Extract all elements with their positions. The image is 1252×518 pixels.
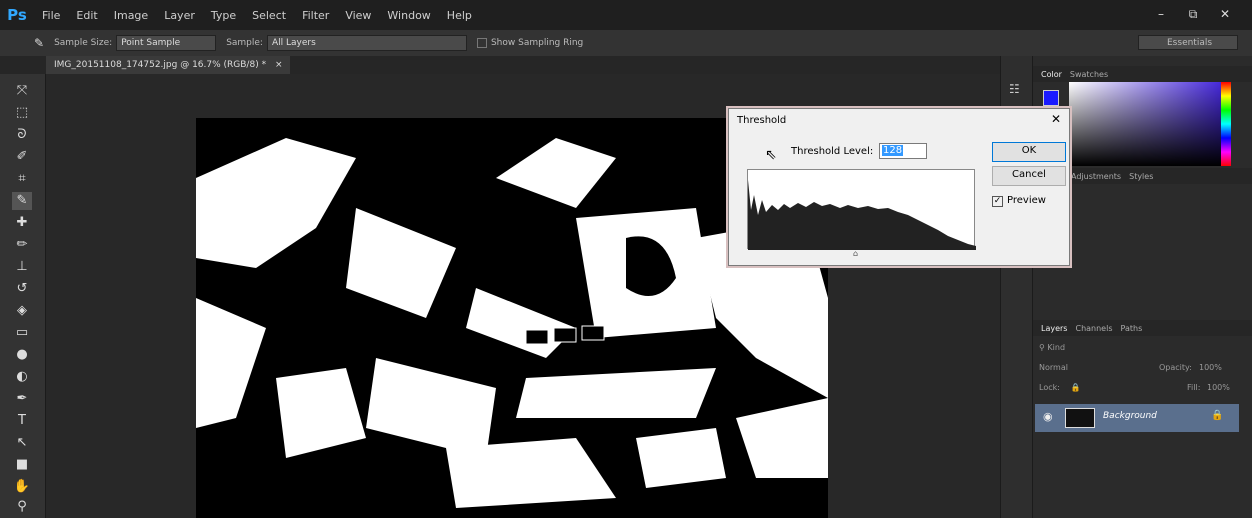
layer-kind-select[interactable]: Kind	[1047, 343, 1065, 352]
history-panel-icon[interactable]: ☷	[1009, 82, 1020, 96]
lock-label: Lock:	[1039, 383, 1060, 392]
tab-adjustments[interactable]: Adjustments	[1071, 172, 1121, 181]
menu-window[interactable]: Window	[379, 9, 438, 22]
dialog-title: Threshold	[737, 115, 787, 126]
layer-name: Background	[1103, 411, 1157, 421]
layer-lock-icon: 🔒	[1211, 410, 1224, 421]
gradient-tool-icon[interactable]: ▭	[12, 324, 32, 342]
histogram[interactable]	[747, 169, 976, 250]
tab-paths[interactable]: Paths	[1121, 324, 1143, 333]
restore-button[interactable]: ⧉	[1180, 5, 1206, 23]
sample-size-label: Sample Size:	[54, 38, 113, 48]
sample-select[interactable]: All Layers	[266, 35, 467, 51]
threshold-level-label: Threshold Level:	[791, 146, 874, 157]
menu-layer[interactable]: Layer	[156, 9, 203, 22]
opacity-input[interactable]: 100%	[1199, 360, 1222, 375]
type-tool-icon[interactable]: T	[12, 412, 32, 430]
brush-tool-icon[interactable]: ✏	[12, 236, 32, 254]
layer-filter-row: ⚲ Kind	[1039, 340, 1243, 355]
healing-brush-tool-icon[interactable]: ✚	[12, 214, 32, 232]
opacity-label: Opacity:	[1159, 363, 1192, 372]
hue-slider[interactable]	[1221, 82, 1231, 166]
cancel-button[interactable]: Cancel	[992, 166, 1066, 186]
photoshop-logo: Ps	[7, 6, 27, 24]
menu-help[interactable]: Help	[439, 9, 480, 22]
sample-label: Sample:	[226, 38, 263, 48]
window-controls: – ⧉ ✕	[1148, 5, 1238, 23]
zoom-tool-icon[interactable]: ⚲	[12, 498, 32, 516]
lasso-tool-icon[interactable]: ᘐ	[12, 126, 32, 144]
sample-size-select[interactable]: Point Sample	[116, 35, 217, 51]
blur-tool-icon[interactable]: ●	[12, 346, 32, 364]
menu-type[interactable]: Type	[203, 9, 244, 22]
preview-label: Preview	[1007, 195, 1046, 206]
close-tab-icon[interactable]: ×	[275, 60, 283, 70]
menu-file[interactable]: File	[34, 9, 68, 22]
preview-checkbox[interactable]: ✓	[992, 196, 1003, 207]
search-icon: ⚲	[1039, 343, 1045, 352]
threshold-dialog: Threshold ✕ ⇖ Threshold Level: 128 ⌂ OK …	[728, 108, 1070, 266]
move-tool-icon[interactable]: ⤧	[12, 82, 32, 100]
color-picker-field[interactable]	[1069, 82, 1231, 166]
menu-filter[interactable]: Filter	[294, 9, 337, 22]
color-panel-tabs: Color Swatches	[1033, 66, 1252, 82]
blend-mode-select[interactable]: Normal	[1039, 363, 1068, 372]
mouse-cursor-icon: ⇖	[765, 147, 777, 163]
hand-tool-icon[interactable]: ✋	[12, 478, 32, 496]
options-bar: ✎ Sample Size: Point Sample Sample: All …	[0, 30, 1252, 56]
tab-color[interactable]: Color	[1041, 70, 1062, 79]
menu-edit[interactable]: Edit	[68, 9, 105, 22]
document-tab-title: IMG_20151108_174752.jpg @ 16.7% (RGB/8) …	[54, 60, 267, 70]
minimize-button[interactable]: –	[1148, 5, 1174, 23]
preview-option[interactable]: ✓ Preview	[992, 195, 1046, 207]
layer-background[interactable]: ◉ Background 🔒	[1035, 404, 1239, 432]
crop-tool-icon[interactable]: ⌗	[12, 170, 32, 188]
histogram-graph	[748, 180, 976, 250]
fill-input[interactable]: 100%	[1207, 380, 1230, 395]
tab-channels[interactable]: Channels	[1075, 324, 1112, 333]
tab-swatches[interactable]: Swatches	[1070, 70, 1108, 79]
tab-layers[interactable]: Layers	[1041, 324, 1067, 333]
eyedropper-tool-icon[interactable]: ✎	[12, 192, 32, 210]
blend-row: Normal Opacity: 100%	[1039, 360, 1243, 375]
eyedropper-icon[interactable]: ✎	[34, 36, 44, 50]
lock-icon[interactable]: 🔒	[1070, 383, 1080, 392]
quick-select-tool-icon[interactable]: ✐	[12, 148, 32, 166]
foreground-color-swatch[interactable]	[1043, 90, 1059, 106]
show-ring-label: Show Sampling Ring	[490, 38, 584, 48]
layer-thumbnail	[1065, 408, 1095, 428]
threshold-level-value: 128	[882, 145, 904, 156]
path-select-tool-icon[interactable]: ↖	[12, 434, 32, 452]
visibility-eye-icon[interactable]: ◉	[1043, 410, 1053, 423]
ok-button[interactable]: OK	[992, 142, 1066, 162]
lock-row: Lock: 🔒 Fill: 100%	[1039, 380, 1243, 395]
marquee-tool-icon[interactable]: ⬚	[12, 104, 32, 122]
threshold-slider-handle[interactable]: ⌂	[853, 249, 858, 258]
document-tab[interactable]: IMG_20151108_174752.jpg @ 16.7% (RGB/8) …	[46, 56, 291, 74]
pen-tool-icon[interactable]: ✒	[12, 390, 32, 408]
menu-select[interactable]: Select	[244, 9, 294, 22]
fill-label: Fill:	[1187, 383, 1201, 392]
shape-tool-icon[interactable]: ■	[12, 456, 32, 474]
layers-panel-tabs: Layers Channels Paths	[1033, 320, 1252, 336]
dialog-close-icon[interactable]: ✕	[1049, 112, 1063, 126]
document-tab-bar: IMG_20151108_174752.jpg @ 16.7% (RGB/8) …	[0, 56, 1000, 74]
show-ring-checkbox[interactable]	[476, 38, 487, 48]
eraser-tool-icon[interactable]: ◈	[12, 302, 32, 320]
close-window-button[interactable]: ✕	[1212, 5, 1238, 23]
menu-view[interactable]: View	[337, 9, 379, 22]
menu-bar: Ps File Edit Image Layer Type Select Fil…	[0, 0, 1252, 30]
workspace-select[interactable]: Essentials	[1138, 35, 1238, 50]
dodge-tool-icon[interactable]: ◐	[12, 368, 32, 386]
history-brush-tool-icon[interactable]: ↺	[12, 280, 32, 298]
clone-stamp-tool-icon[interactable]: ⊥	[12, 258, 32, 276]
tab-styles[interactable]: Styles	[1129, 172, 1153, 181]
threshold-level-input[interactable]: 128	[879, 143, 927, 159]
menu-image[interactable]: Image	[106, 9, 156, 22]
tools-panel: ⤧ ⬚ ᘐ ✐ ⌗ ✎ ✚ ✏ ⊥ ↺ ◈ ▭ ● ◐ ✒ T ↖ ■ ✋ ⚲	[0, 74, 46, 518]
